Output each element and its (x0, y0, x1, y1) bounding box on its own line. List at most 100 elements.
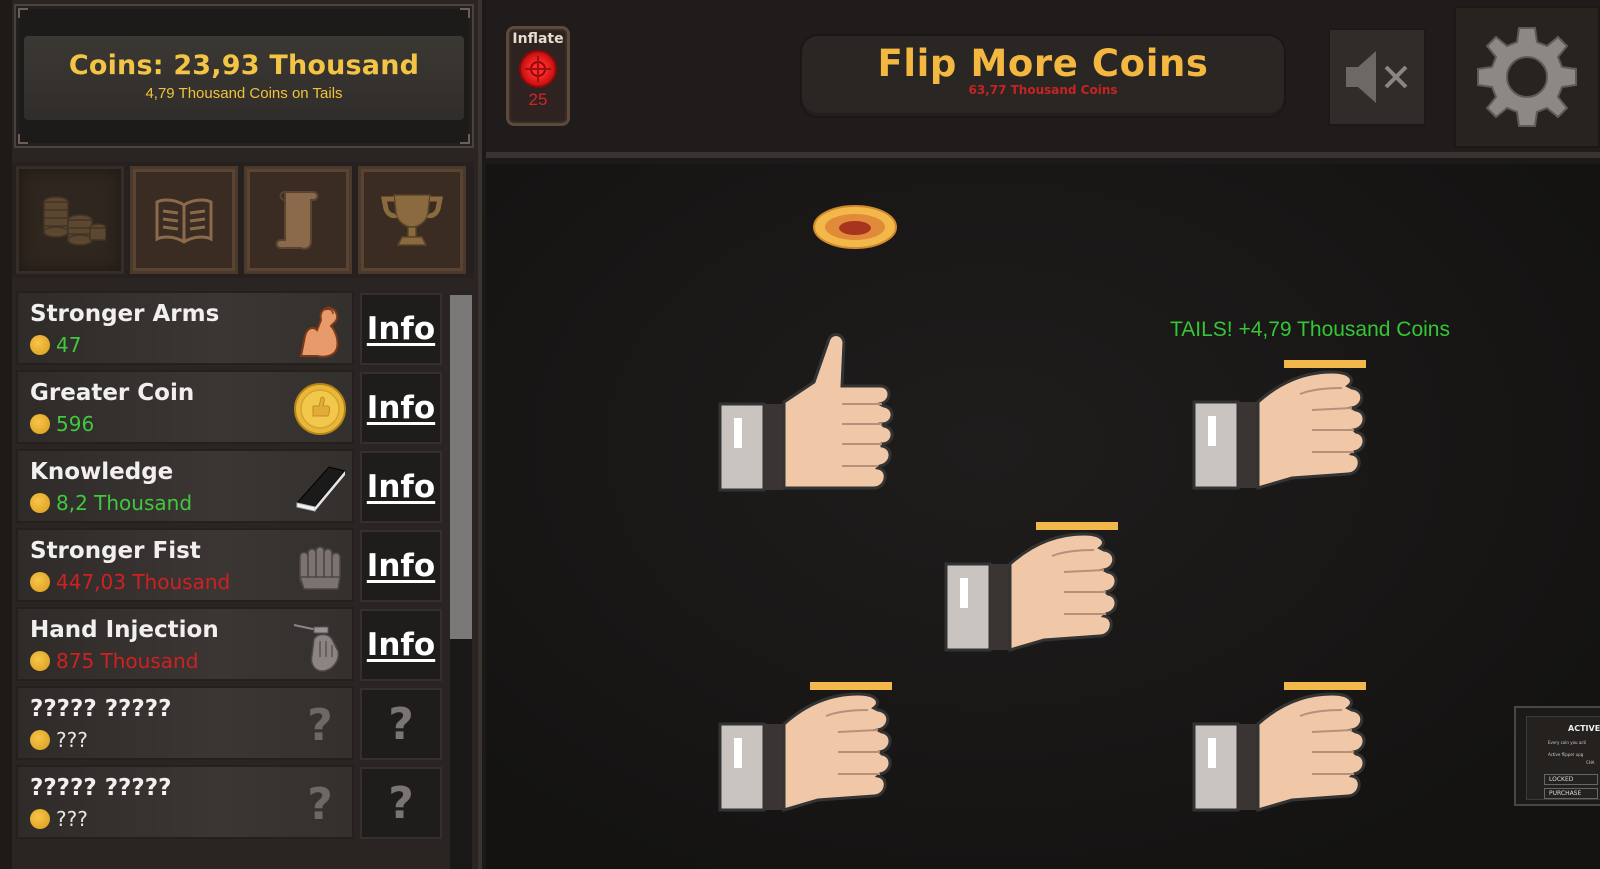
coin-stack-icon (43, 196, 106, 246)
upgrade-card-stronger-fist[interactable]: Stronger Fist 447,03 Thousand (16, 528, 354, 602)
flip-title: Flip More Coins (877, 42, 1209, 85)
upgrade-card-hand-injection[interactable]: Hand Injection 875 Thousand (16, 607, 354, 681)
upgrade-scrollbar[interactable] (450, 295, 472, 869)
popup-text: Every coin you acti (1548, 740, 1587, 745)
tab-trophy[interactable] (358, 166, 466, 274)
question-icon: ? (307, 778, 333, 830)
tab-scroll[interactable] (244, 166, 352, 274)
coins-total: Coins: 23,93 Thousand (68, 50, 420, 81)
upgrade-card-locked[interactable]: ????? ????? ??? ? (16, 765, 354, 839)
trophy-icon (380, 194, 444, 246)
upgrade-card-greater-coin[interactable]: Greater Coin 596 (16, 370, 354, 444)
mute-button[interactable] (1328, 28, 1426, 126)
upgrade-cost: ??? (30, 807, 88, 831)
upgrade-cost-value: 875 Thousand (56, 649, 199, 673)
category-tabs (12, 162, 474, 278)
popup-purchase-button[interactable]: PURCHASE (1544, 788, 1598, 799)
tab-book[interactable] (130, 166, 238, 274)
upgrade-name: Hand Injection (30, 617, 219, 643)
fist-icon (292, 536, 348, 598)
coins-panel: Coins: 23,93 Thousand 4,79 Thousand Coin… (14, 4, 474, 148)
popup-title: ACTIVE (1568, 724, 1600, 733)
upgrade-cost: 596 (30, 412, 94, 436)
info-button[interactable]: Info (360, 530, 442, 602)
speaker-muted-icon (1346, 51, 1408, 103)
upgrade-cost: 47 (30, 333, 81, 357)
info-button[interactable]: Info (360, 293, 442, 365)
flipper-hand[interactable] (718, 682, 898, 852)
upgrade-cost: 875 Thousand (30, 649, 198, 673)
syringe-hand-icon (292, 615, 348, 677)
inflate-label: Inflate (512, 31, 564, 47)
upgrade-cost: 447,03 Thousand (30, 570, 230, 594)
upgrade-cost: 8,2 Thousand (30, 491, 192, 515)
flip-cost: 63,77 Thousand Coins (968, 83, 1118, 97)
upgrade-cost-value: ??? (56, 807, 88, 831)
coin-icon (30, 414, 50, 434)
upgrade-cost-value: 8,2 Thousand (56, 491, 193, 515)
coin-icon (30, 493, 50, 513)
gear-icon (1477, 27, 1577, 127)
open-book-icon (155, 198, 213, 244)
coin-icon (30, 335, 50, 355)
inflate-button[interactable]: Inflate 25 (506, 26, 570, 126)
flexed-arm-icon (292, 299, 348, 361)
upgrade-row: Stronger Fist 447,03 Thousand Info (16, 528, 454, 604)
coin-icon (30, 651, 50, 671)
upgrade-row: Hand Injection 875 Thousand Info (16, 607, 454, 683)
book-icon (292, 457, 348, 519)
coin-icon (30, 572, 50, 592)
game-screen: Coins: 23,93 Thousand 4,79 Thousand Coin… (0, 0, 1600, 869)
upgrade-cost-value: 596 (56, 412, 95, 436)
upgrade-name: Knowledge (30, 459, 174, 485)
upgrade-row: Knowledge 8,2 Thousand Info (16, 449, 454, 525)
scrollbar-thumb[interactable] (450, 295, 472, 639)
info-button-locked[interactable]: ? (360, 767, 442, 839)
left-border-strip (0, 0, 12, 869)
tab-coins[interactable] (16, 166, 124, 274)
upgrade-card-locked[interactable]: ????? ????? ??? ? (16, 686, 354, 760)
flip-more-coins-button[interactable]: Flip More Coins 63,77 Thousand Coins (800, 34, 1286, 118)
info-button[interactable]: Info (360, 609, 442, 681)
upgrade-row: Greater Coin 596 Info (16, 370, 454, 446)
popup-text: Active flipper upg (1548, 752, 1584, 757)
upgrade-row: ????? ????? ??? ? ? (16, 765, 454, 841)
coins-on-tails: 4,79 Thousand Coins on Tails (145, 85, 343, 102)
flipper-hand[interactable] (944, 522, 1124, 692)
upgrade-card-knowledge[interactable]: Knowledge 8,2 Thousand (16, 449, 354, 523)
question-icon: ? (307, 699, 333, 751)
thumbs-up-hand[interactable] (718, 332, 898, 502)
upgrade-name: Greater Coin (30, 380, 195, 406)
info-button[interactable]: Info (360, 451, 442, 523)
play-area (486, 164, 1600, 869)
coins-display: Coins: 23,93 Thousand 4,79 Thousand Coin… (24, 36, 464, 120)
upgrade-name: ????? ????? (30, 696, 172, 722)
upgrade-name: ????? ????? (30, 775, 172, 801)
active-upgrade-popup[interactable]: ACTIVE Every coin you acti Active flippe… (1514, 706, 1600, 806)
popup-text: CHA (1586, 760, 1595, 765)
flying-coin (813, 205, 897, 249)
upgrade-cost: ??? (30, 728, 88, 752)
scroll-icon (275, 191, 319, 250)
settings-button[interactable] (1454, 6, 1600, 148)
inflate-count: 25 (528, 90, 548, 109)
tails-message: TAILS! +4,79 Thousand Coins (1170, 318, 1450, 341)
upgrade-cost-value: ??? (56, 728, 88, 752)
flipper-hand[interactable] (1192, 682, 1372, 852)
upgrade-card-stronger-arms[interactable]: Stronger Arms 47 (16, 291, 354, 365)
gold-coin-icon (292, 378, 348, 440)
corner-ornament (18, 8, 28, 18)
upgrade-row: Stronger Arms 47 Info (16, 291, 454, 367)
red-gem-icon (519, 50, 557, 88)
coin-icon (30, 730, 50, 750)
upgrade-list: Stronger Arms 47 Info Greater Coin 596 I… (12, 287, 472, 869)
corner-ornament (18, 134, 28, 144)
coin-icon (30, 809, 50, 829)
info-button[interactable]: Info (360, 372, 442, 444)
upgrade-cost-value: 47 (56, 333, 82, 357)
upgrade-row: ????? ????? ??? ? ? (16, 686, 454, 762)
info-button-locked[interactable]: ? (360, 688, 442, 760)
flipper-hand[interactable] (1192, 360, 1372, 530)
corner-ornament (460, 8, 470, 18)
popup-locked-label: LOCKED (1544, 774, 1598, 785)
